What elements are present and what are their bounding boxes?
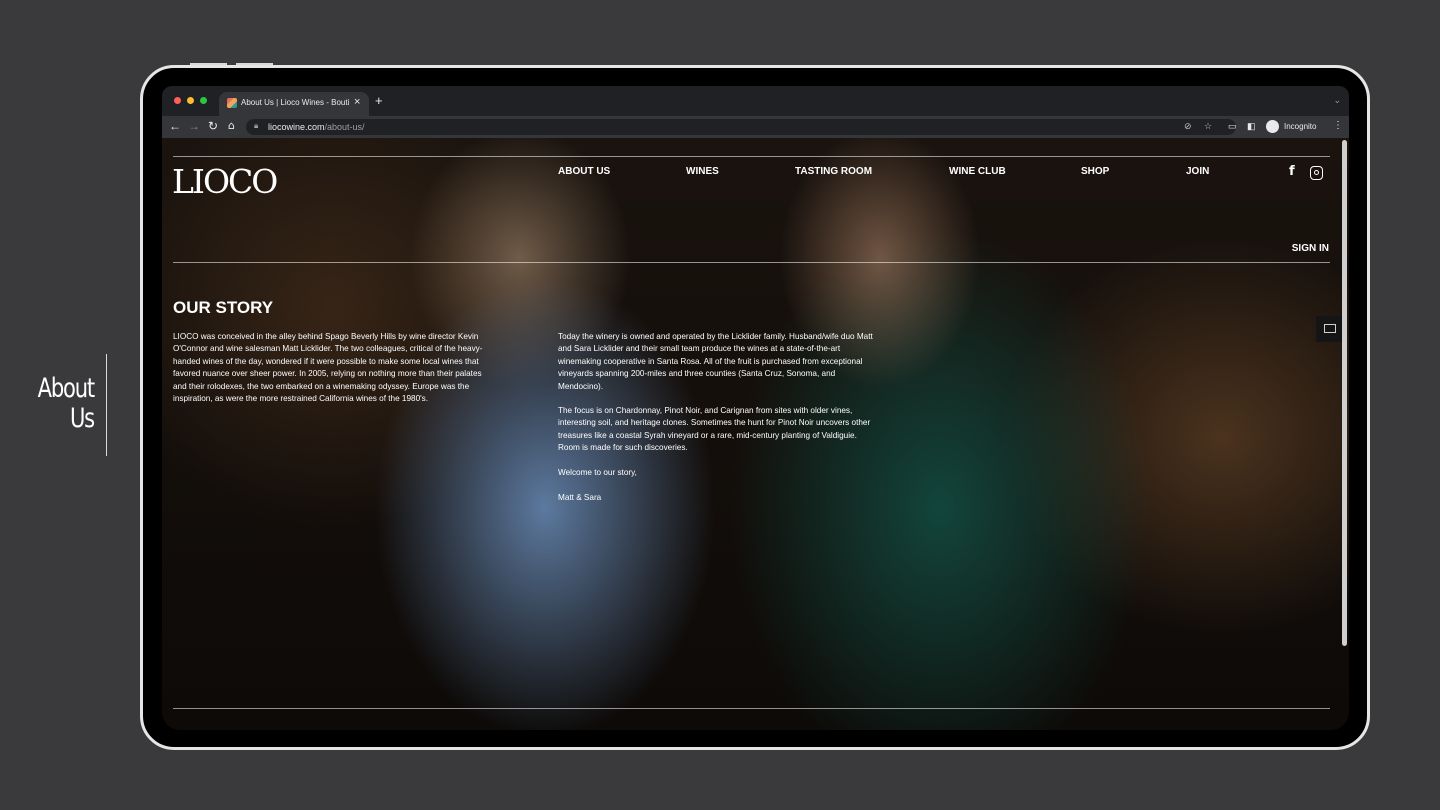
scrollbar[interactable]	[1342, 140, 1347, 646]
reload-icon[interactable]: ↻	[208, 119, 218, 133]
tab-title: About Us | Lioco Wines - Bouti	[241, 98, 349, 107]
site-logo[interactable]: LIOCO	[172, 162, 278, 201]
browser-tab[interactable]: About Us | Lioco Wines - Bouti ×	[219, 92, 369, 116]
instagram-lens	[1313, 170, 1319, 175]
url-text[interactable]: liocowine.com/about-us/	[268, 122, 365, 132]
back-icon[interactable]: ←	[169, 119, 181, 133]
nav-wines[interactable]: WINES	[686, 166, 719, 177]
favicon-icon	[227, 98, 237, 108]
nav-tasting-room[interactable]: TASTING ROOM	[795, 166, 872, 177]
newsletter-button[interactable]	[1316, 316, 1344, 342]
star-icon[interactable]: ☆	[1204, 121, 1212, 132]
more-icon[interactable]: ⋮	[1333, 120, 1343, 131]
story-paragraph-1: LIOCO was conceived in the alley behind …	[173, 332, 483, 404]
side-panel-icon[interactable]: ◧	[1247, 121, 1256, 132]
nav-about-us[interactable]: ABOUT US	[558, 166, 610, 177]
browser-toolbar: ← → ↻ ⌂ 🔒︎ liocowine.com/about-us/ ⊘ ☆ ▭…	[162, 116, 1349, 138]
story-paragraph-2: Today the winery is owned and operated b…	[558, 332, 873, 391]
tab-search-icon[interactable]: ⌄	[1333, 95, 1341, 106]
incognito-icon	[1266, 120, 1279, 133]
address-bar[interactable]: 🔒︎ liocowine.com/about-us/ ⊘ ☆	[246, 119, 1236, 135]
incognito-profile[interactable]: Incognito	[1266, 119, 1341, 135]
lock-icon[interactable]: 🔒︎	[254, 121, 258, 131]
cast-icon[interactable]: ▭	[1228, 121, 1237, 132]
browser-window: About Us | Lioco Wines - Bouti × + ⌄ ← →…	[162, 86, 1349, 730]
mail-icon	[1324, 324, 1336, 333]
new-tab-button[interactable]: +	[375, 93, 383, 108]
eye-off-icon[interactable]: ⊘	[1184, 121, 1192, 132]
header-top-rule	[173, 156, 1330, 157]
slide-label: About Us	[36, 373, 96, 434]
slide-label-line1: About	[37, 373, 96, 404]
url-host: liocowine.com	[268, 122, 325, 132]
url-path: /about-us/	[324, 122, 365, 132]
instagram-icon[interactable]	[1310, 166, 1323, 180]
home-icon[interactable]: ⌂	[228, 119, 235, 132]
story-closing: Welcome to our story,	[558, 468, 637, 477]
header-bottom-rule	[173, 262, 1330, 263]
incognito-label: Incognito	[1284, 122, 1317, 131]
page-heading: OUR STORY	[173, 298, 274, 317]
footer-rule	[173, 708, 1330, 709]
window-zoom-control[interactable]	[200, 97, 207, 104]
facebook-icon[interactable]: f	[1289, 164, 1302, 179]
story-paragraph-3: The focus is on Chardonnay, Pinot Noir, …	[558, 406, 871, 453]
slide-label-line2: Us	[69, 403, 95, 434]
forward-icon[interactable]: →	[188, 119, 200, 133]
sign-in-link[interactable]: SIGN IN	[1292, 243, 1329, 254]
site-viewport: LIOCO ABOUT US WINES TASTING ROOM WINE C…	[162, 138, 1349, 730]
window-minimize-control[interactable]	[187, 97, 194, 104]
tab-close-icon[interactable]: ×	[354, 96, 360, 108]
nav-wine-club[interactable]: WINE CLUB	[949, 166, 1006, 177]
slide-divider	[106, 354, 107, 456]
tab-bar: About Us | Lioco Wines - Bouti × + ⌄	[162, 86, 1349, 116]
nav-join[interactable]: JOIN	[1186, 166, 1209, 177]
window-close-control[interactable]	[174, 97, 181, 104]
nav-shop[interactable]: SHOP	[1081, 166, 1109, 177]
story-signature: Matt & Sara	[558, 493, 602, 502]
